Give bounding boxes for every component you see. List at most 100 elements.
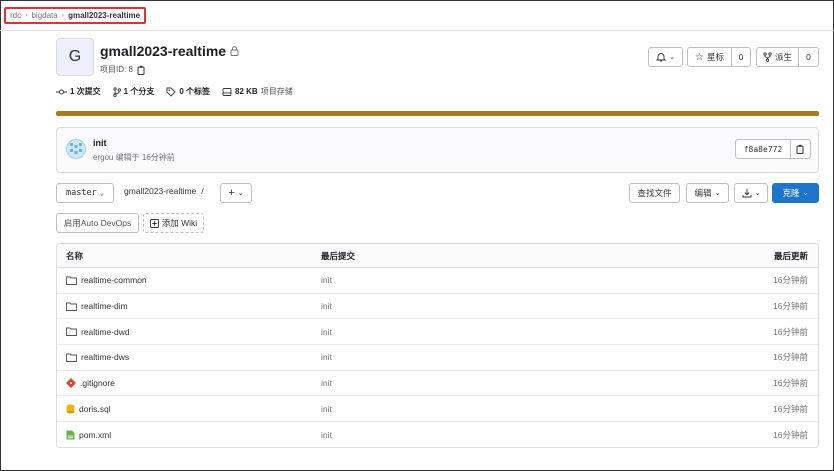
branches-stat[interactable]: 1 个分支: [113, 86, 155, 97]
find-file-button[interactable]: 查找文件: [629, 183, 680, 203]
table-header: 名称 最后提交 最后更新: [57, 244, 818, 268]
table-row[interactable]: realtime-dwd init 16分钟前: [57, 319, 818, 346]
commit-message-cell[interactable]: init: [321, 378, 332, 388]
header-last-update: 最后更新: [773, 250, 808, 261]
commit-message-cell[interactable]: init: [321, 301, 332, 311]
edit-dropdown[interactable]: 编辑 ⌄: [686, 183, 729, 203]
tags-stat[interactable]: 0 个标签: [166, 86, 210, 97]
file-name-cell[interactable]: realtime-dim: [66, 301, 128, 311]
user-avatar[interactable]: [66, 139, 86, 159]
download-dropdown[interactable]: ⌄: [734, 183, 768, 203]
header-last-commit: 最后提交: [321, 250, 356, 261]
clone-dropdown[interactable]: 克隆 ⌄: [772, 183, 819, 203]
commit-message-cell[interactable]: init: [321, 327, 332, 337]
file-name-cell[interactable]: .gitignore: [66, 378, 115, 388]
branch-selector[interactable]: master ⌄: [56, 183, 114, 203]
repo-path-root[interactable]: gmall2023-realtime: [124, 186, 196, 196]
repo-path: gmall2023-realtime /: [124, 186, 204, 196]
storage-label: 项目存储: [260, 87, 293, 96]
add-wiki-button[interactable]: 添加 Wiki: [143, 213, 204, 233]
folder-icon: [66, 327, 77, 337]
chevron-down-icon: ⌄: [754, 190, 761, 197]
commit-message[interactable]: init: [93, 138, 107, 148]
project-avatar: G: [56, 38, 94, 76]
star-button[interactable]: ☆ 星标: [687, 47, 732, 67]
file-name[interactable]: realtime-dim: [81, 301, 128, 311]
star-count[interactable]: 0: [732, 47, 751, 67]
breadcrumb-item-bigdata[interactable]: bigdata: [31, 11, 57, 20]
breadcrumb-separator-icon: ›: [61, 12, 65, 19]
language-bar[interactable]: [56, 111, 819, 116]
chevron-down-icon: ⌄: [714, 190, 721, 197]
table-row[interactable]: pom.xml init 16分钟前: [57, 422, 818, 447]
project-id-text: 项目ID: 8: [100, 65, 133, 74]
chevron-down-icon: ⌄: [802, 190, 809, 197]
project-name: gmall2023-realtime: [100, 43, 227, 59]
commit-message-cell[interactable]: init: [321, 430, 332, 440]
commit-sha[interactable]: f8a8e772: [735, 139, 791, 159]
breadcrumb: rdc › bigdata › gmall2023-realtime: [4, 7, 147, 24]
chevron-down-icon: ⌄: [237, 190, 244, 197]
add-wiki-label: 添加 Wiki: [161, 218, 198, 228]
tags-count: 0 个标签: [179, 87, 211, 96]
fork-count[interactable]: 0: [799, 47, 819, 67]
breadcrumb-separator-icon: ›: [25, 12, 28, 19]
table-row[interactable]: .gitignore init 16分钟前: [57, 371, 818, 397]
breadcrumb-item-rdc[interactable]: rdc: [10, 11, 21, 20]
tag-icon: [166, 87, 176, 97]
file-name[interactable]: realtime-dwd: [81, 327, 130, 337]
commit-message-cell[interactable]: init: [321, 352, 332, 362]
enable-auto-devops-button[interactable]: 启用Auto DevOps: [56, 213, 139, 233]
last-commit-panel: init ergou 编辑于 16分钟前 f8a8e772: [56, 127, 819, 173]
add-file-dropdown[interactable]: + ⌄: [220, 183, 252, 203]
fork-button[interactable]: 派生: [756, 47, 799, 67]
file-name-cell[interactable]: pom.xml: [66, 430, 111, 440]
commit-meta: ergou 编辑于 16分钟前: [93, 153, 175, 162]
plus-square-icon: [149, 218, 159, 228]
table-row[interactable]: realtime-dim init 16分钟前: [57, 294, 818, 320]
last-update-cell: 16分钟前: [773, 301, 808, 312]
breadcrumb-current[interactable]: gmall2023-realtime: [68, 11, 140, 20]
file-name-cell[interactable]: doris.sql: [66, 404, 111, 414]
git-file-icon: [66, 378, 76, 389]
project-id: 项目ID: 8: [100, 64, 146, 75]
file-name-cell[interactable]: realtime-dwd: [66, 327, 130, 337]
commit-message-cell[interactable]: init: [321, 275, 332, 285]
lock-icon: [230, 46, 239, 56]
table-row[interactable]: realtime-dws init 16分钟前: [57, 345, 818, 371]
file-tree-table: 名称 最后提交 最后更新 realtime-common init 16分钟前 rea…: [56, 243, 819, 448]
xml-file-icon: [66, 430, 75, 440]
folder-icon: [66, 302, 77, 311]
copy-icon: [796, 144, 805, 154]
folder-icon: [66, 276, 77, 285]
table-row[interactable]: realtime-common init 16分钟前: [57, 268, 818, 294]
star-icon: ☆: [695, 51, 704, 63]
copy-sha-button[interactable]: [791, 139, 811, 159]
file-name[interactable]: realtime-common: [81, 275, 147, 285]
file-name[interactable]: doris.sql: [79, 404, 111, 414]
branch-name: master: [66, 188, 97, 198]
file-name-cell[interactable]: realtime-dws: [66, 352, 129, 362]
fork-icon: [763, 52, 772, 62]
chevron-down-icon: ⌄: [669, 54, 675, 61]
clone-label: 克隆: [782, 188, 800, 198]
file-name[interactable]: realtime-dws: [81, 352, 129, 362]
notifications-button[interactable]: ⌄: [648, 47, 683, 67]
branches-count: 1 个分支: [123, 87, 155, 96]
commit-message-cell[interactable]: init: [321, 404, 332, 414]
project-stats: 1 次提交 1 个分支 0 个标签 82 KB 项目存储: [56, 86, 293, 97]
last-update-cell: 16分钟前: [773, 429, 808, 440]
database-file-icon: [66, 404, 75, 414]
copy-icon[interactable]: [137, 65, 146, 75]
edit-label: 编辑: [694, 188, 712, 198]
file-name-cell[interactable]: realtime-common: [66, 275, 147, 285]
storage-stat[interactable]: 82 KB 项目存储: [222, 86, 293, 97]
file-name[interactable]: .gitignore: [80, 378, 115, 388]
table-row[interactable]: doris.sql init 16分钟前: [57, 396, 818, 423]
header-divider: [0, 30, 834, 31]
folder-icon: [66, 353, 77, 362]
download-icon: [742, 188, 752, 198]
commits-stat[interactable]: 1 次提交: [56, 86, 101, 97]
file-name[interactable]: pom.xml: [79, 430, 111, 440]
last-update-cell: 16分钟前: [773, 326, 808, 337]
